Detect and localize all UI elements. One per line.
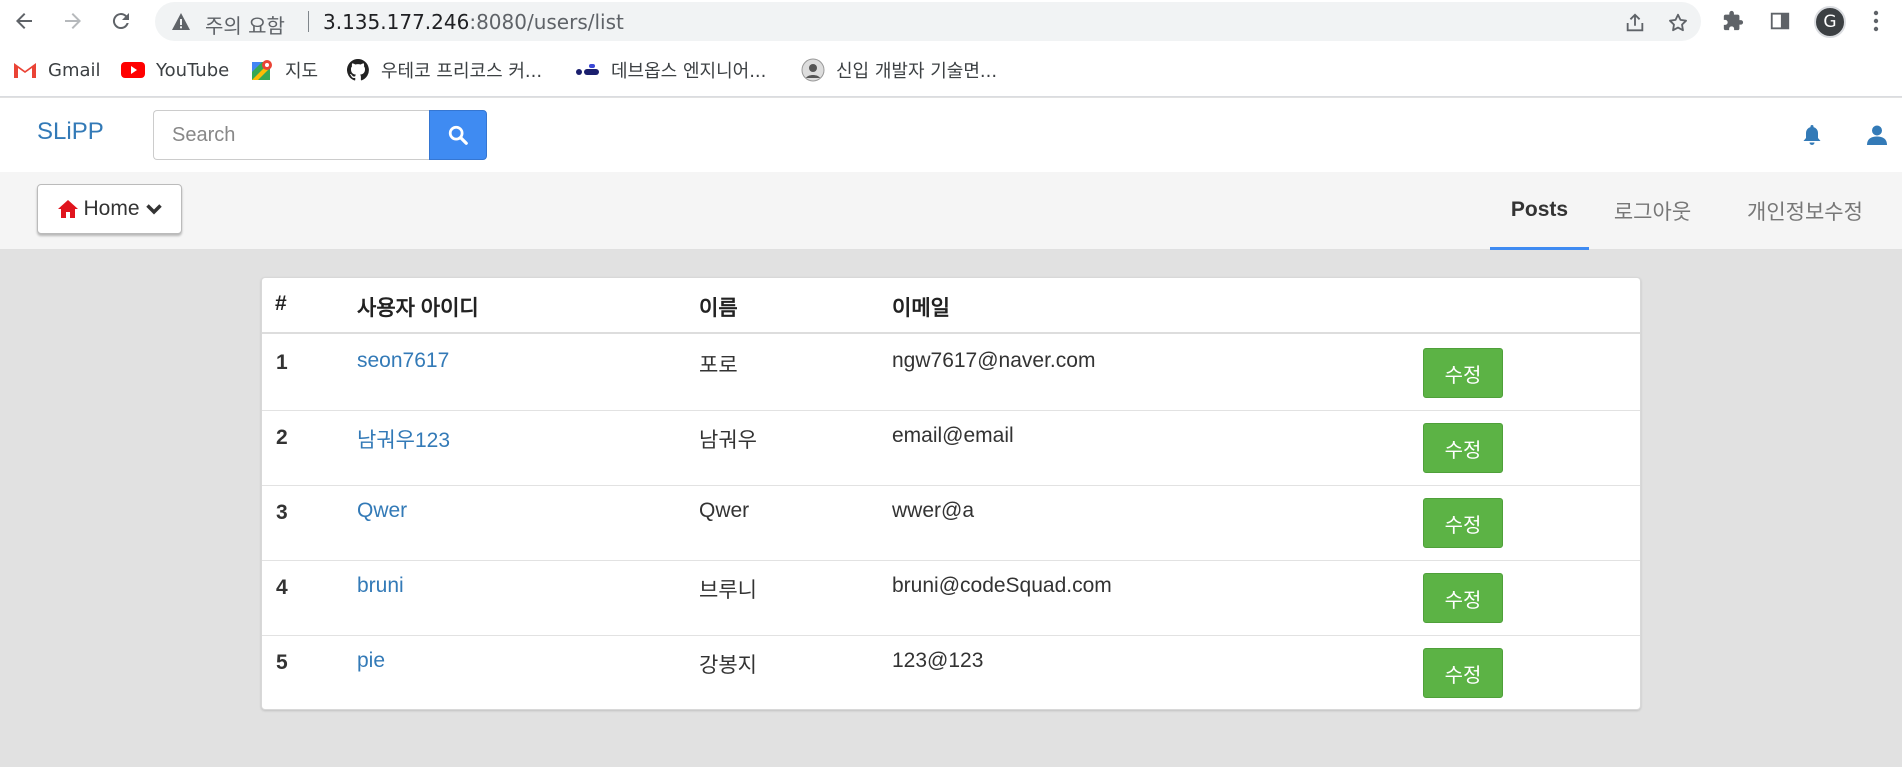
- user-email: ngw7617@naver.com: [892, 349, 1096, 372]
- bookmark-devops[interactable]: 데브옵스 엔지니어...: [575, 55, 766, 85]
- user-name: 강봉지: [699, 654, 757, 677]
- menu-kebab-icon[interactable]: [1863, 8, 1889, 34]
- gmail-icon: [12, 58, 38, 82]
- table-row: 1 seon7617 포로 ngw7617@naver.com 수정: [262, 336, 1640, 411]
- table-row: 3 Qwer Qwer wwer@a 수정: [262, 485, 1640, 560]
- home-label: Home: [83, 197, 140, 220]
- back-arrow-icon: [16, 13, 32, 29]
- bookmarks-bar: Gmail YouTube 지도 우테코 프리코스 커... 데브옵스 엔지니어…: [0, 43, 1902, 97]
- bell-icon[interactable]: [1797, 120, 1827, 150]
- bookmark-interview[interactable]: 신입 개발자 기술면...: [800, 55, 997, 85]
- brand-logo[interactable]: SLiPP: [37, 118, 104, 146]
- edit-button[interactable]: 수정: [1423, 348, 1503, 398]
- share-icon[interactable]: [1623, 11, 1647, 35]
- site-header: SLiPP: [0, 98, 1902, 172]
- row-number: 2: [276, 426, 288, 449]
- column-header-num: #: [275, 292, 287, 315]
- user-email: email@email: [892, 424, 1014, 447]
- bookmark-label: 신입 개발자 기술면...: [836, 61, 998, 82]
- edit-button[interactable]: 수정: [1423, 498, 1503, 548]
- bookmark-woowacourse[interactable]: 우테코 프리코스 커...: [345, 55, 542, 85]
- table-row: 2 남궈우123 남궈우 email@email 수정: [262, 410, 1640, 485]
- tab-posts[interactable]: Posts: [1490, 172, 1589, 250]
- row-number: 3: [276, 501, 288, 524]
- user-id-link[interactable]: 남궈우123: [357, 424, 450, 454]
- edit-button[interactable]: 수정: [1423, 573, 1503, 623]
- devops-icon: [575, 58, 601, 82]
- side-panel-icon[interactable]: [1767, 8, 1793, 34]
- search-icon: [448, 125, 468, 145]
- search-button[interactable]: [429, 110, 487, 160]
- omnibox-divider: [308, 11, 309, 32]
- warning-icon: [171, 12, 191, 35]
- column-header-email: 이메일: [892, 297, 950, 320]
- reload-button[interactable]: [106, 6, 136, 36]
- forward-arrow-icon: [65, 13, 81, 29]
- user-email: 123@123: [892, 649, 984, 672]
- bookmark-star-icon[interactable]: [1666, 11, 1690, 35]
- bookmark-label: YouTube: [156, 59, 230, 81]
- bookmark-label: Gmail: [48, 59, 101, 81]
- user-id-link[interactable]: pie: [357, 649, 385, 673]
- table-row: 5 pie 강봉지 123@123 수정: [262, 635, 1640, 710]
- search-input[interactable]: [153, 110, 430, 160]
- url-host: 3.135.177.246: [323, 10, 470, 34]
- address-bar[interactable]: 주의 요함 3.135.177.246:8080/users/list: [155, 2, 1701, 41]
- bookmark-label: 데브옵스 엔지니어...: [611, 61, 767, 82]
- user-email: wwer@a: [892, 499, 975, 522]
- maps-icon: [249, 58, 275, 82]
- tab-edit-profile[interactable]: 개인정보수정: [1730, 172, 1880, 250]
- table-row: 4 bruni 브루니 bruni@codeSquad.com 수정: [262, 560, 1640, 635]
- tab-logout[interactable]: 로그아웃: [1595, 172, 1710, 250]
- users-table-panel: # 사용자 아이디 이름 이메일 1 seon7617 포로 ngw7617@n…: [261, 277, 1641, 710]
- user-name: 포로: [699, 354, 738, 377]
- user-id-link[interactable]: seon7617: [357, 349, 449, 373]
- user-name: 브루니: [699, 579, 757, 602]
- home-icon: [57, 199, 79, 219]
- bookmark-maps[interactable]: 지도: [249, 55, 318, 85]
- user-id-link[interactable]: bruni: [357, 574, 404, 598]
- url-path: :8080/users/list: [469, 10, 624, 34]
- forward-button[interactable]: [58, 6, 88, 36]
- edit-button[interactable]: 수정: [1423, 648, 1503, 698]
- home-dropdown-button[interactable]: Home: [37, 184, 182, 234]
- security-label[interactable]: 주의 요함: [205, 10, 285, 39]
- reload-icon: [112, 13, 129, 30]
- user-name: 남궈우: [699, 429, 757, 452]
- user-icon[interactable]: [1862, 120, 1892, 150]
- sub-navbar: Home Posts 로그아웃 개인정보수정: [0, 172, 1902, 250]
- column-header-user-id: 사용자 아이디: [357, 297, 479, 320]
- bookmark-label: 지도: [285, 61, 319, 82]
- bookmark-label: 우테코 프리코스 커...: [381, 61, 543, 82]
- row-number: 4: [276, 576, 288, 599]
- chevron-down-icon: [145, 203, 162, 215]
- extensions-icon[interactable]: [1720, 8, 1746, 34]
- url-text[interactable]: 3.135.177.246:8080/users/list: [323, 10, 624, 34]
- table-header: # 사용자 아이디 이름 이메일: [262, 278, 1640, 334]
- row-number: 1: [276, 351, 288, 374]
- bookmark-gmail[interactable]: Gmail: [12, 55, 101, 85]
- github-icon: [345, 58, 371, 82]
- youtube-icon: [120, 58, 146, 82]
- edit-button[interactable]: 수정: [1423, 423, 1503, 473]
- user-name: Qwer: [699, 499, 750, 522]
- column-header-name: 이름: [699, 297, 738, 320]
- user-email: bruni@codeSquad.com: [892, 574, 1112, 597]
- row-number: 5: [276, 651, 288, 674]
- browser-toolbar: 주의 요함 3.135.177.246:8080/users/list G: [0, 0, 1902, 43]
- avatar-icon: [800, 58, 826, 82]
- back-button[interactable]: [9, 6, 39, 36]
- user-id-link[interactable]: Qwer: [357, 499, 407, 523]
- profile-avatar[interactable]: G: [1814, 6, 1846, 38]
- bookmark-youtube[interactable]: YouTube: [120, 55, 229, 85]
